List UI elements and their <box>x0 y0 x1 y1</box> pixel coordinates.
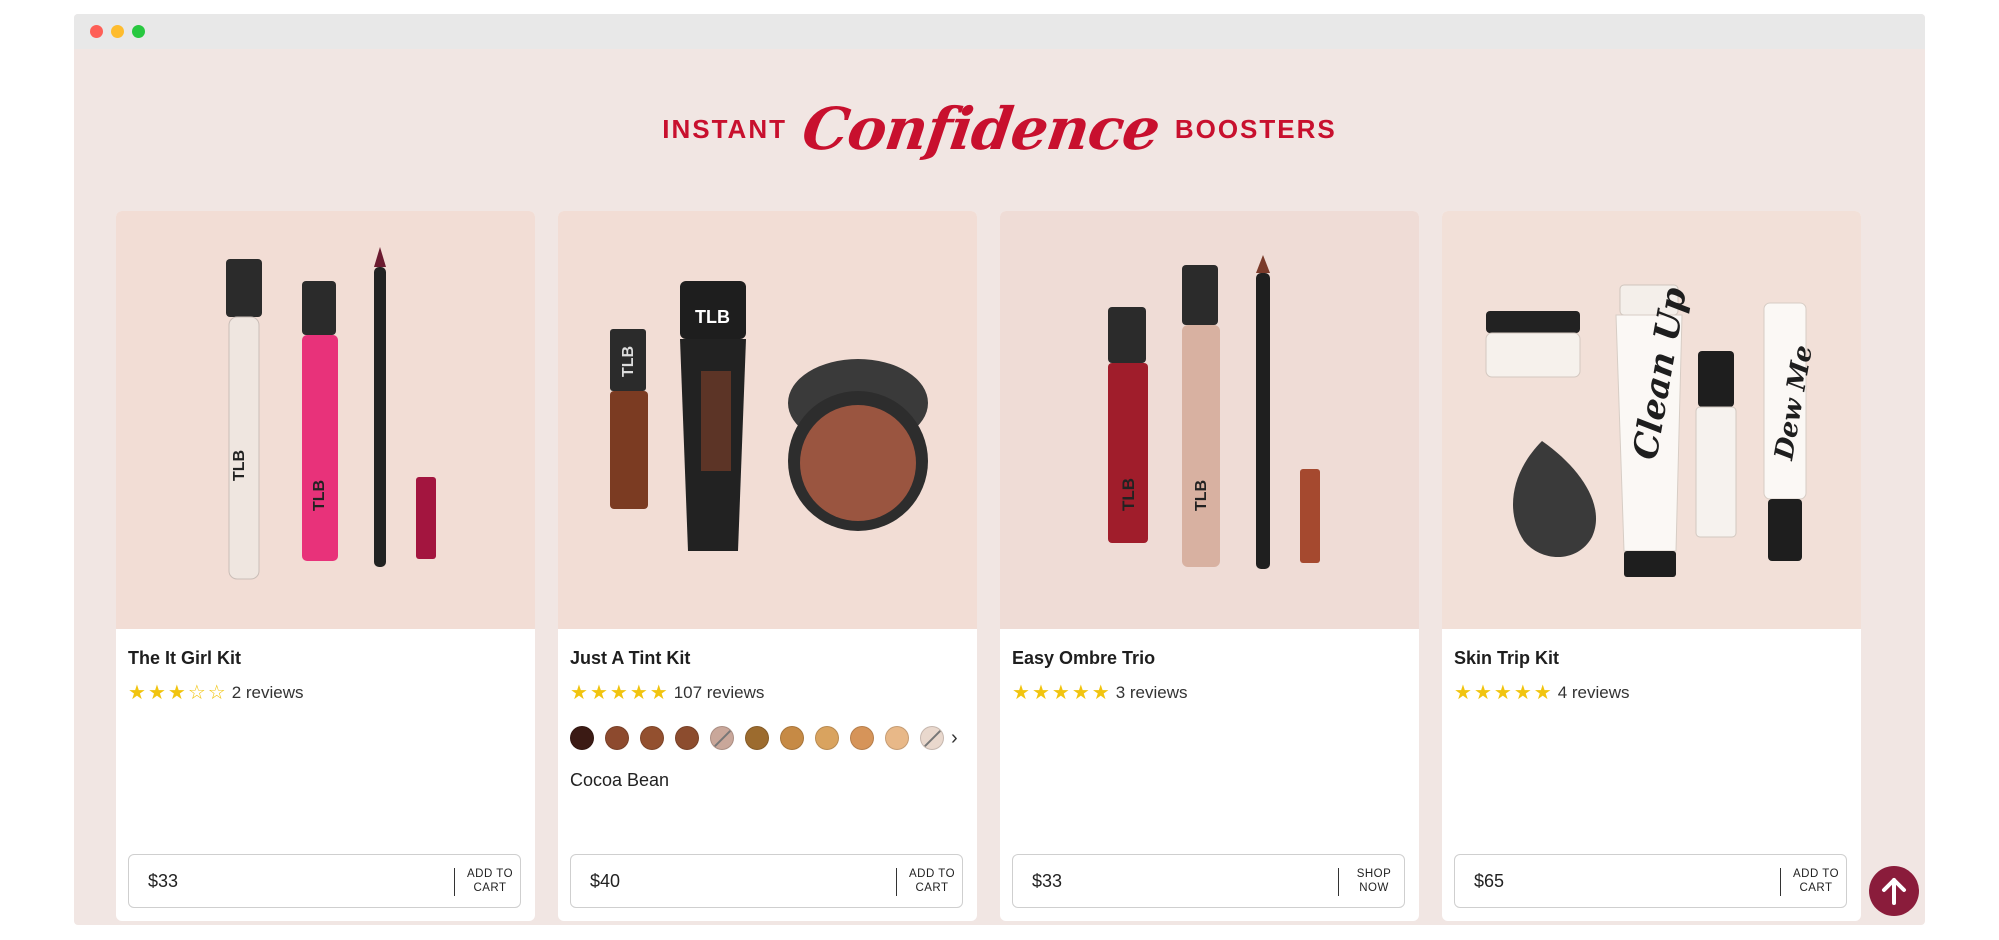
star-empty-icon: ☆ <box>187 682 206 704</box>
product-price: $65 <box>1474 871 1505 891</box>
shade-swatch[interactable] <box>605 726 629 750</box>
back-to-top-button[interactable] <box>1869 866 1919 916</box>
star-filled-icon: ★ <box>1012 682 1030 704</box>
star-filled-icon: ★ <box>147 682 166 704</box>
star-filled-icon: ★ <box>1091 682 1110 704</box>
button-label-line1: ADD TO <box>466 868 514 880</box>
star-rating: ★ ★ ★ ★ ★ 107 reviews <box>570 683 764 703</box>
star-filled-icon: ★ <box>1051 682 1070 704</box>
product-price: $33 <box>1032 871 1063 891</box>
browser-window: INSTANT Confidence BOOSTERS TLB TLB The <box>74 14 1925 925</box>
product-price: $33 <box>148 871 179 891</box>
headline-left: INSTANT <box>662 113 787 144</box>
buy-bar[interactable]: $65 ADD TO CART <box>1454 854 1847 908</box>
product-card[interactable]: TLB TLB The It Girl Kit ★ ★ ★ ☆ ☆ 2 revi… <box>116 211 535 921</box>
svg-text:TLB: TLB <box>1119 478 1138 511</box>
shade-swatches: › <box>570 726 958 750</box>
star-filled-icon: ★ <box>649 682 668 704</box>
star-filled-icon: ★ <box>1513 682 1532 704</box>
svg-text:TLB: TLB <box>311 480 328 511</box>
star-filled-icon: ★ <box>1031 682 1050 704</box>
add-to-cart-button[interactable]: ADD TO CART <box>459 867 521 895</box>
product-card[interactable]: Clean Up Dew Me Skin Trip Kit ★ ★ ★ ★ ★ … <box>1442 211 1861 921</box>
button-label-line2: CART <box>1799 882 1833 894</box>
star-rating: ★ ★ ★ ★ ★ 3 reviews <box>1012 683 1188 703</box>
star-filled-icon: ★ <box>589 682 608 704</box>
headline-script: Confidence <box>798 95 1164 163</box>
review-count[interactable]: 3 reviews <box>1116 683 1188 703</box>
product-price: $40 <box>590 871 621 891</box>
star-filled-icon: ★ <box>1071 682 1090 704</box>
buy-bar-divider <box>896 868 897 896</box>
product-image[interactable]: Clean Up Dew Me <box>1442 211 1861 629</box>
star-rating: ★ ★ ★ ☆ ☆ 2 reviews <box>128 683 304 703</box>
headline-right: BOOSTERS <box>1174 113 1337 144</box>
shade-swatch[interactable] <box>885 726 909 750</box>
review-count[interactable]: 107 reviews <box>674 683 765 703</box>
product-image[interactable]: TLB TLB <box>116 211 535 629</box>
star-filled-icon: ★ <box>570 682 588 704</box>
star-filled-icon: ★ <box>629 682 648 704</box>
svg-text:TLB: TLB <box>695 307 730 327</box>
star-filled-icon: ★ <box>1533 682 1552 704</box>
star-rating: ★ ★ ★ ★ ★ 4 reviews <box>1454 683 1630 703</box>
chevron-right-icon[interactable]: › <box>951 727 958 750</box>
add-to-cart-button[interactable]: ADD TO CART <box>901 867 963 895</box>
star-filled-icon: ★ <box>609 682 628 704</box>
arrow-up-icon <box>1882 878 1906 905</box>
svg-text:TLB: TLB <box>231 450 248 481</box>
button-label-line2: CART <box>915 882 949 894</box>
buy-bar[interactable]: $40 ADD TO CART <box>570 854 963 908</box>
shade-swatch[interactable] <box>675 726 699 750</box>
minimize-window-button[interactable] <box>111 25 124 38</box>
star-filled-icon: ★ <box>1473 682 1492 704</box>
shade-swatch[interactable] <box>780 726 804 750</box>
svg-text:TLB: TLB <box>620 346 637 377</box>
buy-bar[interactable]: $33 SHOP NOW <box>1012 854 1405 908</box>
button-label-line1: ADD TO <box>1792 868 1840 880</box>
shade-swatch[interactable] <box>570 726 594 750</box>
title-bar <box>74 14 1925 49</box>
review-count[interactable]: 2 reviews <box>232 683 304 703</box>
close-window-button[interactable] <box>90 25 103 38</box>
star-filled-icon: ★ <box>128 682 146 704</box>
star-filled-icon: ★ <box>167 682 186 704</box>
star-filled-icon: ★ <box>1454 682 1472 704</box>
shade-swatch[interactable] <box>920 726 944 750</box>
product-title[interactable]: Skin Trip Kit <box>1454 648 1559 669</box>
button-label-line2: NOW <box>1359 882 1389 894</box>
product-title[interactable]: Just A Tint Kit <box>570 648 690 669</box>
button-label-line1: ADD TO <box>908 868 956 880</box>
button-label-line2: CART <box>473 882 507 894</box>
product-card[interactable]: TLB TLB Just A Tint Kit ★ ★ ★ ★ ★ 107 re… <box>558 211 977 921</box>
buy-bar-divider <box>454 868 455 896</box>
shade-swatch[interactable] <box>850 726 874 750</box>
product-title[interactable]: The It Girl Kit <box>128 648 241 669</box>
star-filled-icon: ★ <box>1493 682 1512 704</box>
maximize-window-button[interactable] <box>132 25 145 38</box>
shade-swatch[interactable] <box>640 726 664 750</box>
buy-bar[interactable]: $33 ADD TO CART <box>128 854 521 908</box>
selected-shade-name: Cocoa Bean <box>570 770 670 790</box>
add-to-cart-button[interactable]: ADD TO CART <box>1785 867 1847 895</box>
buy-bar-divider <box>1780 868 1781 896</box>
product-title[interactable]: Easy Ombre Trio <box>1012 648 1155 669</box>
buy-bar-divider <box>1338 868 1339 896</box>
shop-now-button[interactable]: SHOP NOW <box>1343 867 1405 895</box>
product-image[interactable]: TLB TLB <box>558 211 977 629</box>
shade-swatch[interactable] <box>745 726 769 750</box>
button-label-line1: SHOP <box>1356 868 1392 880</box>
shade-swatch[interactable] <box>710 726 734 750</box>
product-card[interactable]: TLB TLB Easy Ombre Trio ★ ★ ★ ★ ★ 3 revi… <box>1000 211 1419 921</box>
section-headline: INSTANT Confidence BOOSTERS <box>74 84 1925 174</box>
shade-swatch[interactable] <box>815 726 839 750</box>
product-image[interactable]: TLB TLB <box>1000 211 1419 629</box>
review-count[interactable]: 4 reviews <box>1558 683 1630 703</box>
svg-text:TLB: TLB <box>1193 480 1210 511</box>
star-empty-icon: ☆ <box>207 682 226 704</box>
